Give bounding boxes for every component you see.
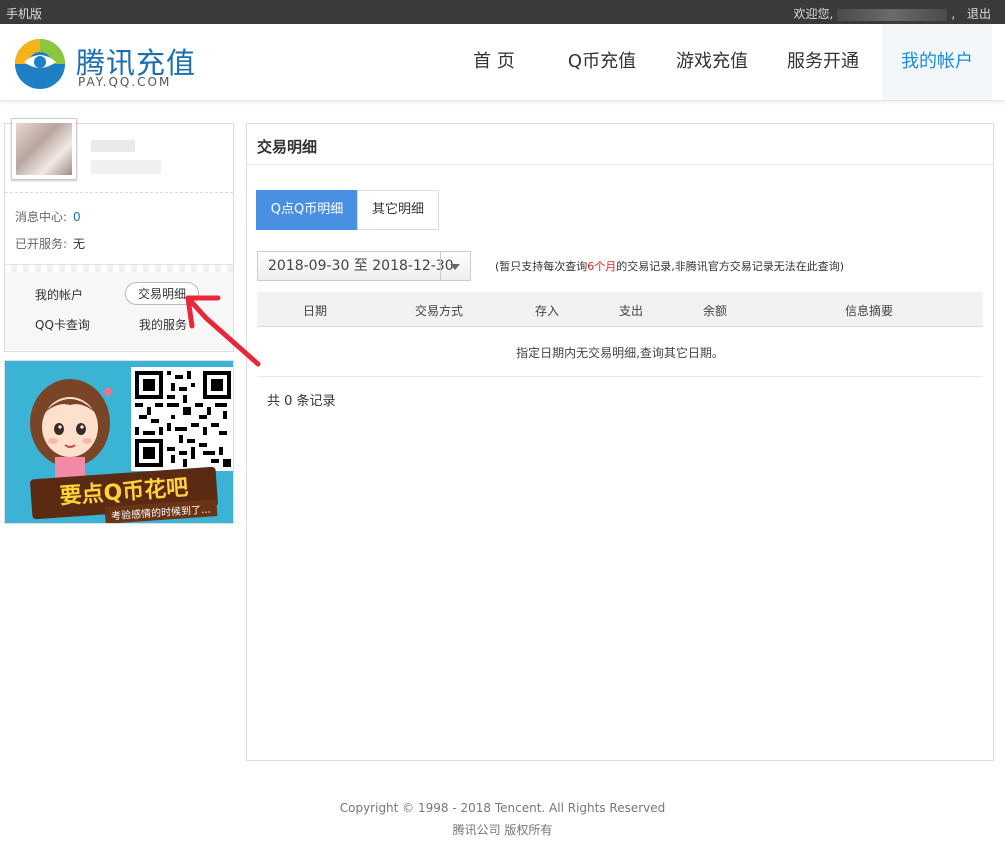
record-count: 共 0 条记录: [267, 394, 336, 409]
column-method: 交易方式: [415, 304, 464, 318]
top-bar: 手机版 欢迎您,, 退出: [0, 0, 1005, 24]
nav-game-recharge[interactable]: 游戏充值: [666, 24, 758, 100]
table-bottom-divider: [257, 376, 983, 377]
transactions-panel: 交易明细 Q点Q币明细 其它明细 2018-09-30 至 2018-12-30…: [246, 123, 994, 761]
welcome-text: 欢迎您,: [793, 7, 834, 21]
page-title: 交易明细: [257, 138, 318, 156]
title-divider: [247, 164, 993, 165]
opened-services: 已开服务: 无: [15, 235, 85, 252]
nav-my-account[interactable]: 我的帐户: [882, 24, 992, 100]
opened-services-label: 已开服务:: [15, 237, 68, 251]
avatar[interactable]: [11, 118, 77, 180]
tencent-logo-icon[interactable]: [14, 38, 66, 90]
user-area: 欢迎您,, 退出: [794, 5, 992, 22]
empty-table-message: 指定日期内无交易明细,查询其它日期。: [516, 346, 724, 360]
sidebar-item-transactions[interactable]: 交易明细: [125, 282, 200, 305]
message-center: 消息中心: 0: [15, 208, 81, 225]
company-text: 腾讯公司 版权所有: [452, 823, 553, 837]
cartoon-girl-illustration: [30, 379, 113, 487]
site-footer: Copyright © 1998 - 2018 Tencent. All Rig…: [0, 797, 1005, 841]
nav-home[interactable]: 首 页: [450, 24, 538, 100]
tab-qpoint-qb-details[interactable]: Q点Q币明细: [256, 190, 358, 230]
tab-other-details[interactable]: 其它明细: [357, 190, 439, 230]
query-note-prefix: (暂只支持每次查询: [495, 260, 588, 273]
query-note: (暂只支持每次查询6个月的交易记录,非腾讯官方交易记录无法在此查询): [495, 258, 844, 274]
column-summary: 信息摘要: [845, 304, 894, 318]
masked-qq-number: [91, 160, 161, 174]
column-withdraw: 支出: [619, 304, 644, 318]
select-separator: [440, 252, 441, 280]
query-note-suffix: 的交易记录,非腾讯官方交易记录无法在此查询): [616, 260, 845, 273]
masked-username: [837, 8, 948, 21]
promo-banner[interactable]: 要点Q币花吧 考验感情的时候到了...: [4, 360, 234, 524]
sidebar-item-my-services[interactable]: 我的服务: [139, 316, 187, 333]
separator: ,: [951, 7, 956, 21]
column-deposit: 存入: [535, 304, 560, 318]
copyright-text: Copyright © 1998 - 2018 Tencent. All Rig…: [339, 801, 666, 815]
message-center-label: 消息中心:: [15, 210, 68, 224]
chevron-down-icon[interactable]: [450, 264, 460, 270]
masked-nickname: [91, 140, 135, 152]
avatar-image: [16, 123, 72, 175]
query-note-highlight: 6个月: [587, 260, 617, 273]
message-count[interactable]: 0: [73, 210, 81, 224]
logout-link[interactable]: 退出: [967, 7, 991, 21]
sidebar-item-qq-card-query[interactable]: QQ卡查询: [35, 316, 90, 333]
qr-code-icon: [135, 371, 231, 467]
column-balance: 余额: [703, 304, 728, 318]
nav-qb-recharge[interactable]: Q币充值: [556, 24, 648, 100]
sidebar-menu: 我的帐户 交易明细 QQ卡查询 我的服务: [5, 272, 233, 350]
qr-code: [131, 367, 233, 471]
mobile-version-link[interactable]: 手机版: [6, 5, 42, 22]
account-sidebar: 消息中心: 0 已开服务: 无 我的帐户 交易明细 QQ卡查询 我的服务: [4, 118, 234, 352]
site-header: 腾讯充值 PAY.QQ.COM 首 页 Q币充值 游戏充值 服务开通 我的帐户: [0, 24, 1005, 101]
sidebar-item-my-account[interactable]: 我的帐户: [35, 286, 83, 303]
table-header: 日期 交易方式 存入 支出 余额 信息摘要: [257, 292, 983, 327]
date-range-select[interactable]: 2018-09-30 至 2018-12-30: [257, 251, 471, 281]
column-date: 日期: [303, 304, 328, 318]
divider: [5, 192, 233, 193]
opened-services-value: 无: [73, 237, 86, 251]
nav-service-open[interactable]: 服务开通: [776, 24, 870, 100]
date-range-value: 2018-09-30 至 2018-12-30: [268, 258, 454, 274]
brand-domain: PAY.QQ.COM: [78, 75, 172, 89]
